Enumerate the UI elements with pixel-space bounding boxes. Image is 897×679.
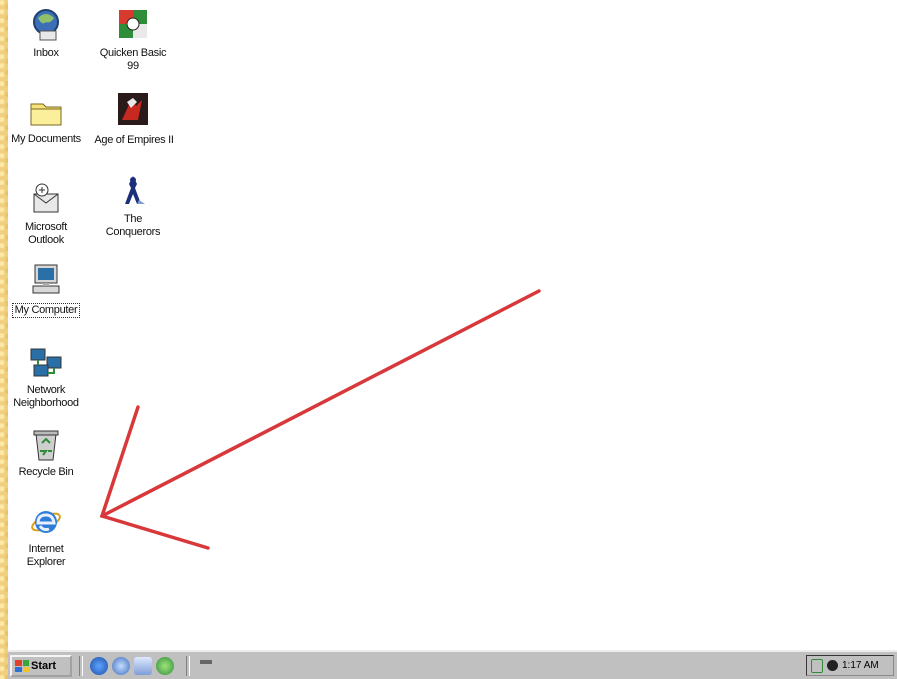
desktop-icon-label: Quicken Basic 99	[99, 47, 167, 72]
desktop-icon-label: The Conquerors	[105, 213, 161, 238]
start-label: Start	[31, 660, 57, 672]
desktop-icon-inbox[interactable]: Inbox	[3, 6, 89, 60]
network-status-icon[interactable]	[827, 660, 838, 671]
quicken-icon	[119, 10, 147, 38]
channels-icon[interactable]	[156, 657, 174, 675]
start-button[interactable]: Start	[10, 655, 72, 677]
desktop-icon-conquerors[interactable]: The Conquerors	[90, 172, 176, 240]
desktop-icon-recycle-bin[interactable]: Recycle Bin	[3, 425, 89, 479]
desktop-icon-outlook[interactable]: Microsoft Outlook	[3, 180, 89, 248]
taskbar-separator	[79, 656, 83, 676]
desktop-icon-label: Network Neighborhood	[13, 384, 79, 409]
desktop-icon-label: Age of Empires II	[94, 134, 174, 146]
taskbar-separator	[186, 656, 190, 676]
desktop-icon-label: Inbox	[33, 47, 59, 59]
desktop-icon-label: My Documents	[11, 133, 81, 145]
desktop-icon-network[interactable]: Network Neighborhood	[3, 343, 89, 411]
age-of-empires-icon	[118, 93, 148, 125]
inbox-icon	[33, 9, 59, 41]
volume-icon[interactable]	[811, 658, 823, 673]
desktop[interactable]: Inbox Quicken Basic 99 My Documents Age …	[8, 0, 897, 650]
internet-explorer-icon	[31, 511, 61, 533]
windows-logo-icon	[15, 660, 29, 672]
desktop-icon-label: Microsoft Outlook	[25, 221, 67, 246]
taskbar-minimize-icon[interactable]	[200, 660, 212, 664]
internet-explorer-icon[interactable]	[90, 657, 108, 675]
show-desktop-icon[interactable]	[134, 657, 152, 675]
recycle-bin-icon	[33, 430, 59, 461]
desktop-icon-my-computer[interactable]: My Computer	[3, 260, 89, 318]
conquerors-icon	[125, 176, 145, 204]
clock[interactable]: 1:17 AM	[842, 660, 879, 671]
outlook-icon	[33, 183, 59, 213]
outlook-express-icon[interactable]	[112, 657, 130, 675]
folder-icon	[30, 103, 62, 126]
system-tray: 1:17 AM	[806, 655, 894, 676]
desktop-icon-label: My Computer	[11, 303, 81, 318]
computer-icon	[32, 264, 60, 294]
network-icon	[30, 348, 62, 377]
desktop-icon-quicken[interactable]: Quicken Basic 99	[90, 6, 176, 74]
desktop-icon-label: Recycle Bin	[18, 466, 74, 478]
desktop-icon-label: Internet Explorer	[26, 543, 66, 568]
desktop-icon-internet-explorer[interactable]: Internet Explorer	[3, 502, 89, 570]
desktop-icon-my-documents[interactable]: My Documents	[3, 92, 89, 146]
taskbar: Start 1:17 AM	[8, 650, 897, 679]
desktop-icon-age-of-empires[interactable]: Age of Empires II	[90, 90, 176, 148]
